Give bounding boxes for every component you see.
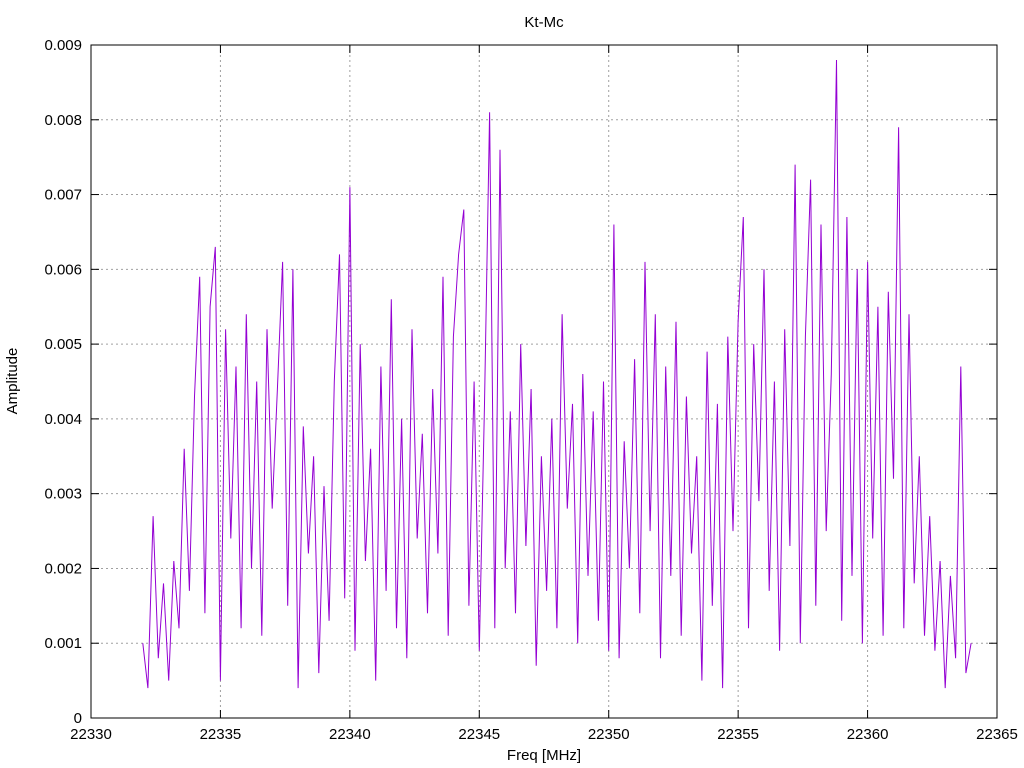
x-tick-label: 22335	[200, 726, 242, 743]
x-tick-label: 22360	[847, 726, 889, 743]
y-tick-label: 0.008	[44, 112, 82, 129]
x-tick-label: 22330	[70, 726, 112, 743]
x-tick-label: 22350	[588, 726, 630, 743]
x-tick-label: 22365	[976, 726, 1018, 743]
y-tick-label: 0	[74, 710, 82, 727]
y-tick-label: 0.009	[44, 37, 82, 54]
series-line	[142, 59, 972, 689]
y-tick-label: 0.003	[44, 486, 82, 503]
x-tick-label: 22340	[329, 726, 371, 743]
x-tick-label: 22345	[458, 726, 500, 743]
x-tick-label: 22355	[717, 726, 759, 743]
y-tick-label: 0.002	[44, 560, 82, 577]
chart: 22330 22335 22340 22345 22350 22355 22360 22365…	[4, 14, 1018, 764]
y-tick-label: 0.005	[44, 336, 82, 353]
y-tick-label: 0.007	[44, 187, 82, 204]
x-axis-label: Freq [MHz]	[507, 747, 581, 764]
chart-title: Kt-Mc	[524, 14, 564, 31]
y-tick-label: 0.001	[44, 635, 82, 652]
series-layer	[142, 59, 972, 689]
y-tick-label: 0.004	[44, 411, 82, 428]
y-axis-label: Amplitude	[4, 348, 21, 415]
y-tick-label: 0.006	[44, 261, 82, 278]
